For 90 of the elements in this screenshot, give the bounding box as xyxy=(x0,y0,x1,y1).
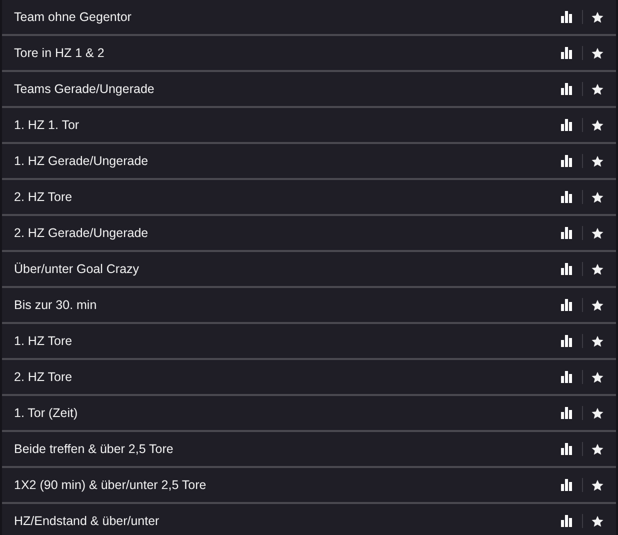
star-icon xyxy=(591,154,604,168)
bar-chart-icon xyxy=(561,299,573,311)
stats-button[interactable] xyxy=(561,47,573,59)
market-row[interactable]: Team ohne Gegentor xyxy=(2,0,616,36)
bar-chart-icon xyxy=(561,155,573,167)
market-row[interactable]: 2. HZ Tore xyxy=(2,180,616,216)
favorite-button[interactable] xyxy=(591,334,604,348)
market-label: Beide treffen & über 2,5 Tore xyxy=(14,440,174,458)
stats-button[interactable] xyxy=(561,335,573,347)
market-label: Bis zur 30. min xyxy=(14,296,98,314)
market-row[interactable]: HZ/Endstand & über/unter xyxy=(2,504,616,535)
bar-chart-icon xyxy=(561,263,573,275)
favorite-button[interactable] xyxy=(591,46,604,60)
bar-chart-icon xyxy=(561,227,573,239)
stats-button[interactable] xyxy=(561,119,573,131)
bar-chart-icon xyxy=(561,335,573,347)
stats-button[interactable] xyxy=(561,299,573,311)
star-icon xyxy=(591,190,604,204)
market-row[interactable]: Über/unter Goal Crazy xyxy=(2,252,616,288)
favorite-button[interactable] xyxy=(591,478,604,492)
favorite-button[interactable] xyxy=(591,154,604,168)
favorite-button[interactable] xyxy=(591,262,604,276)
market-label: Team ohne Gegentor xyxy=(14,8,132,26)
star-icon xyxy=(591,406,604,420)
favorite-button[interactable] xyxy=(591,118,604,132)
star-icon xyxy=(591,478,604,492)
favorite-button[interactable] xyxy=(591,298,604,312)
favorite-button[interactable] xyxy=(591,370,604,384)
star-icon xyxy=(591,298,604,312)
bar-chart-icon xyxy=(561,443,573,455)
market-label: Teams Gerade/Ungerade xyxy=(14,80,156,98)
bar-chart-icon xyxy=(561,47,573,59)
star-icon xyxy=(591,10,604,24)
bar-chart-icon xyxy=(561,515,573,527)
bar-chart-icon xyxy=(561,479,573,491)
star-icon xyxy=(591,82,604,96)
market-label: Über/unter Goal Crazy xyxy=(14,260,140,278)
market-row[interactable]: Bis zur 30. min xyxy=(2,288,616,324)
bar-chart-icon xyxy=(561,119,573,131)
bar-chart-icon xyxy=(561,407,573,419)
market-row[interactable]: Beide treffen & über 2,5 Tore xyxy=(2,432,616,468)
stats-button[interactable] xyxy=(561,515,573,527)
favorite-button[interactable] xyxy=(591,226,604,240)
market-label: 1. HZ 1. Tor xyxy=(14,116,80,134)
star-icon xyxy=(591,514,604,528)
stats-button[interactable] xyxy=(561,479,573,491)
bar-chart-icon xyxy=(561,191,573,203)
stats-button[interactable] xyxy=(561,227,573,239)
favorite-button[interactable] xyxy=(591,514,604,528)
market-label: 1. Tor (Zeit) xyxy=(14,404,79,422)
market-row[interactable]: 2. HZ Gerade/Ungerade xyxy=(2,216,616,252)
star-icon xyxy=(591,370,604,384)
star-icon xyxy=(591,442,604,456)
market-label: 2. HZ Tore xyxy=(14,368,74,386)
market-row[interactable]: Teams Gerade/Ungerade xyxy=(2,72,616,108)
stats-button[interactable] xyxy=(561,11,573,23)
favorite-button[interactable] xyxy=(591,442,604,456)
stats-button[interactable] xyxy=(561,83,573,95)
market-label: HZ/Endstand & über/unter xyxy=(14,512,160,530)
star-icon xyxy=(591,334,604,348)
star-icon xyxy=(591,118,604,132)
star-icon xyxy=(591,226,604,240)
favorite-button[interactable] xyxy=(591,82,604,96)
market-label: 1X2 (90 min) & über/unter 2,5 Tore xyxy=(14,476,208,494)
stats-button[interactable] xyxy=(561,407,573,419)
favorite-button[interactable] xyxy=(591,190,604,204)
market-row[interactable]: 2. HZ Tore xyxy=(2,360,616,396)
market-row[interactable]: 1. HZ 1. Tor xyxy=(2,108,616,144)
market-label: 1. HZ Gerade/Ungerade xyxy=(14,152,150,170)
market-label: 1. HZ Tore xyxy=(14,332,74,350)
star-icon xyxy=(591,262,604,276)
bar-chart-icon xyxy=(561,83,573,95)
stats-button[interactable] xyxy=(561,155,573,167)
stats-button[interactable] xyxy=(561,371,573,383)
favorite-button[interactable] xyxy=(591,406,604,420)
favorite-button[interactable] xyxy=(591,10,604,24)
stats-button[interactable] xyxy=(561,443,573,455)
market-row[interactable]: Tore in HZ 1 & 2 xyxy=(2,36,616,72)
market-row[interactable]: 1. Tor (Zeit) xyxy=(2,396,616,432)
market-row[interactable]: 1. HZ Tore xyxy=(2,324,616,360)
stats-button[interactable] xyxy=(561,191,573,203)
market-label: Tore in HZ 1 & 2 xyxy=(14,44,106,62)
market-label: 2. HZ Gerade/Ungerade xyxy=(14,224,150,242)
bar-chart-icon xyxy=(561,371,573,383)
bar-chart-icon xyxy=(561,11,573,23)
stats-button[interactable] xyxy=(561,263,573,275)
market-row[interactable]: 1. HZ Gerade/Ungerade xyxy=(2,144,616,180)
star-icon xyxy=(591,46,604,60)
market-label: 2. HZ Tore xyxy=(14,188,74,206)
market-row[interactable]: 1X2 (90 min) & über/unter 2,5 Tore xyxy=(2,468,616,504)
